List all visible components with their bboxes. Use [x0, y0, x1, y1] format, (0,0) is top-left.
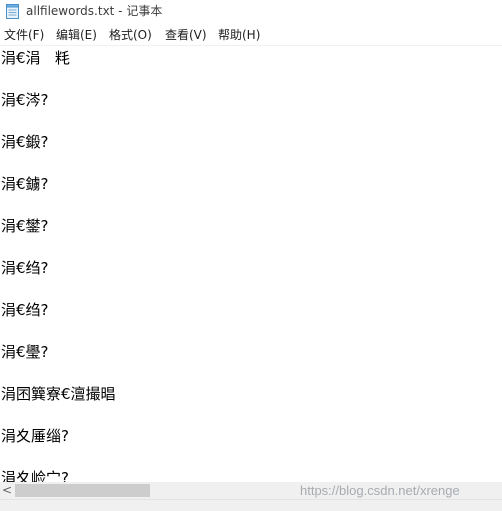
window-title: allfilewords.txt - 记事本 — [26, 4, 163, 18]
text-line: 涓€涔? — [1, 91, 49, 109]
text-line: 涓€绉? — [1, 259, 49, 277]
notepad-window: allfilewords.txt - 记事本 文件(F) 编辑(E) 格式(O)… — [0, 0, 502, 511]
menu-edit[interactable]: 编辑(E) — [56, 27, 97, 43]
text-line: 涓€鐢? — [1, 217, 49, 235]
scroll-thumb[interactable] — [15, 484, 150, 497]
menu-view[interactable]: 查看(V) — [165, 27, 207, 43]
menu-help[interactable]: 帮助(H) — [218, 27, 260, 43]
status-bar — [0, 499, 502, 511]
menu-bar: 文件(F) 编辑(E) 格式(O) 查看(V) 帮助(H) — [0, 24, 502, 46]
scroll-left-arrow-icon[interactable]: < — [0, 482, 14, 499]
text-line: 涓囨簨寮€澶撮晿 — [1, 385, 116, 403]
text-line: 涓€绉? — [1, 301, 49, 319]
watermark: https://blog.csdn.net/xrenge — [300, 483, 460, 498]
text-line: 涓夊厜缁? — [1, 427, 69, 445]
notepad-icon — [6, 4, 19, 19]
text-line: 涓€鐪? — [1, 175, 49, 193]
text-line: 涓€璺? — [1, 343, 49, 361]
text-line: 涓€鍛? — [1, 133, 49, 151]
menu-format[interactable]: 格式(O) — [109, 27, 152, 43]
menu-file[interactable]: 文件(F) — [4, 27, 44, 43]
text-line: 涓€涓 粍 — [1, 49, 70, 67]
text-line: 涓夊崄宀? — [1, 469, 69, 482]
title-bar[interactable]: allfilewords.txt - 记事本 — [0, 0, 502, 24]
text-editor-area[interactable]: 涓€涓 粍 涓€涔? 涓€鍛? 涓€鐪? 涓€鐢? 涓€绉? 涓€绉? 涓€璺?… — [0, 46, 502, 482]
